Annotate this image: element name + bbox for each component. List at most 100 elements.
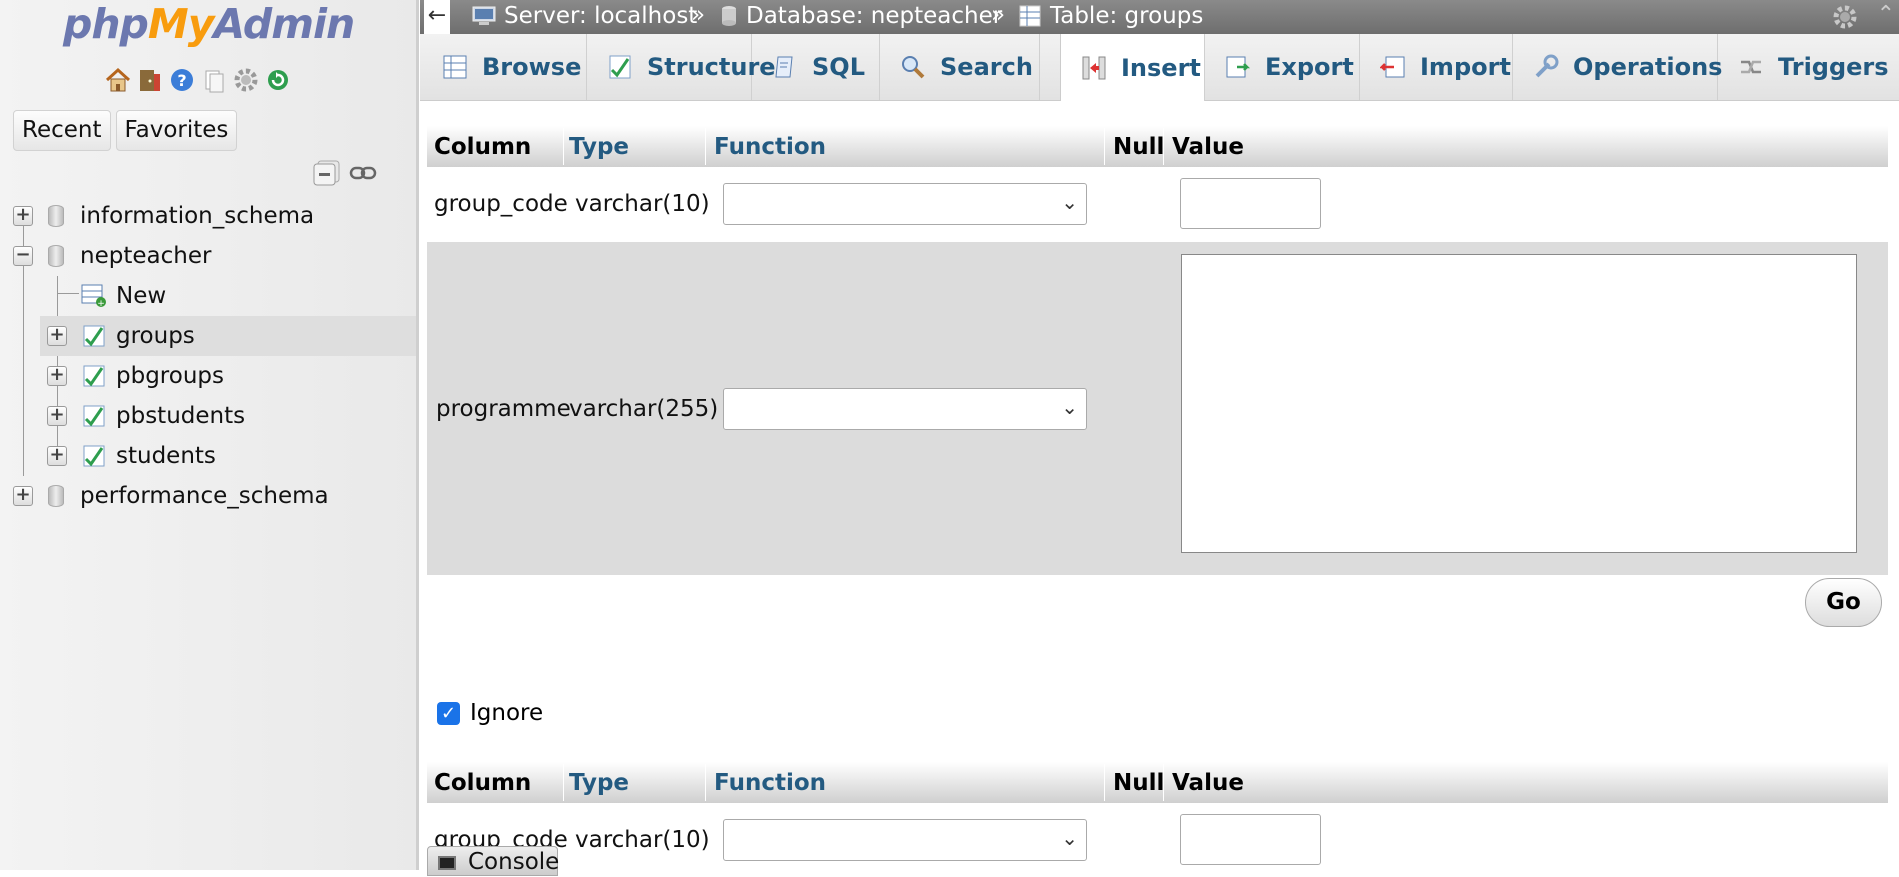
tree-item-information-schema[interactable]: + information_schema bbox=[0, 196, 416, 236]
table-icon bbox=[83, 325, 105, 347]
collapse-top-icon[interactable]: ⌃ bbox=[1877, 2, 1895, 27]
search-icon bbox=[900, 54, 926, 80]
column-header: Column bbox=[434, 134, 532, 160]
phpmyadmin-logo[interactable]: phpMyAdmin bbox=[63, 0, 355, 48]
navigation-panel: phpMyAdmin ? Recent Favorites + informat… bbox=[0, 0, 419, 870]
tree-item-new[interactable]: + New bbox=[0, 276, 416, 316]
tree-item-pbgroups[interactable]: + pbgroups bbox=[0, 356, 416, 396]
expand-icon[interactable]: + bbox=[47, 406, 67, 426]
operations-icon bbox=[1533, 54, 1559, 80]
svg-text:?: ? bbox=[177, 71, 186, 90]
table-icon bbox=[83, 365, 105, 387]
tab-triggers[interactable]: Triggers bbox=[1718, 34, 1899, 100]
expand-icon[interactable]: + bbox=[47, 326, 67, 346]
null-header: Null bbox=[1113, 134, 1165, 160]
tree-item-students[interactable]: + students bbox=[0, 436, 416, 476]
collapse-all-icon[interactable] bbox=[313, 160, 341, 190]
tab-structure[interactable]: Structure bbox=[587, 34, 776, 100]
column-name: group_code bbox=[434, 191, 568, 217]
database-tree: + information_schema − nepteacher + New … bbox=[0, 196, 416, 516]
function-header[interactable]: Function bbox=[714, 134, 826, 160]
recent-button[interactable]: Recent bbox=[13, 110, 111, 151]
tab-import[interactable]: Import bbox=[1360, 34, 1513, 100]
tree-item-groups[interactable]: + groups bbox=[40, 316, 416, 356]
expand-icon[interactable]: + bbox=[47, 366, 67, 386]
database-icon bbox=[722, 6, 736, 26]
sql-icon bbox=[772, 54, 798, 80]
table-icon bbox=[83, 405, 105, 427]
browse-icon bbox=[442, 54, 468, 80]
tab-insert[interactable]: Insert bbox=[1060, 34, 1205, 101]
value-input[interactable] bbox=[1180, 178, 1321, 229]
link-icon[interactable] bbox=[349, 163, 377, 187]
help-icon[interactable]: ? bbox=[168, 66, 196, 94]
console-toggle[interactable]: Console bbox=[427, 846, 559, 876]
function-header[interactable]: Function bbox=[714, 770, 826, 796]
tab-operations[interactable]: Operations bbox=[1513, 34, 1722, 100]
breadcrumb-table[interactable]: Table: groups bbox=[1018, 3, 1203, 29]
reload-icon[interactable] bbox=[264, 66, 292, 94]
new-table-icon: + bbox=[81, 284, 106, 308]
export-icon bbox=[1225, 54, 1251, 80]
triggers-icon bbox=[1738, 54, 1764, 80]
expand-icon[interactable]: + bbox=[47, 446, 67, 466]
column-type: varchar(255) bbox=[569, 396, 719, 422]
tree-item-performance-schema[interactable]: + performance_schema bbox=[0, 476, 416, 516]
tree-item-nepteacher[interactable]: − nepteacher bbox=[0, 236, 416, 276]
value-header: Value bbox=[1172, 134, 1244, 160]
value-input[interactable] bbox=[1180, 814, 1321, 865]
breadcrumb-server[interactable]: Server: localhost bbox=[472, 3, 697, 29]
chevron-down-icon: ⌄ bbox=[1061, 190, 1078, 214]
null-header: Null bbox=[1113, 770, 1165, 796]
collapse-icon[interactable]: − bbox=[13, 246, 33, 266]
docs-icon[interactable] bbox=[200, 66, 228, 94]
ignore-checkbox[interactable]: ✓ bbox=[437, 701, 460, 725]
column-type: varchar(10) bbox=[575, 827, 710, 853]
breadcrumb-bar: ← Server: localhost » Database: nepteach… bbox=[420, 0, 1899, 34]
insert-table-header: Column Type Function Null Value bbox=[427, 762, 1888, 803]
home-icon[interactable] bbox=[104, 66, 132, 94]
server-icon bbox=[472, 6, 496, 25]
tab-search[interactable]: Search bbox=[880, 34, 1040, 100]
svg-text:+: + bbox=[97, 299, 105, 308]
tab-browse[interactable]: Browse bbox=[422, 34, 587, 100]
console-icon bbox=[438, 856, 456, 870]
go-button[interactable]: Go bbox=[1805, 578, 1882, 627]
value-textarea[interactable] bbox=[1181, 254, 1857, 553]
column-type: varchar(10) bbox=[575, 191, 710, 217]
function-select[interactable]: ⌄ bbox=[723, 183, 1087, 225]
chevron-down-icon: ⌄ bbox=[1061, 826, 1078, 850]
breadcrumb-database[interactable]: Database: nepteacher bbox=[720, 3, 1002, 29]
type-header[interactable]: Type bbox=[569, 770, 629, 796]
database-icon bbox=[48, 205, 64, 227]
value-header: Value bbox=[1172, 770, 1244, 796]
function-select[interactable]: ⌄ bbox=[723, 819, 1087, 861]
type-header[interactable]: Type bbox=[569, 134, 629, 160]
table-icon bbox=[83, 445, 105, 467]
function-select[interactable]: ⌄ bbox=[723, 388, 1087, 430]
column-name: programme bbox=[436, 396, 571, 422]
chevron-down-icon: ⌄ bbox=[1061, 395, 1078, 419]
tab-bar: Browse Structure SQL Search Insert Expor… bbox=[420, 34, 1899, 101]
tab-sql[interactable]: SQL bbox=[752, 34, 880, 100]
expand-icon[interactable]: + bbox=[13, 486, 33, 506]
ignore-checkbox-row[interactable]: ✓ Ignore bbox=[437, 700, 543, 726]
breadcrumb-separator: » bbox=[691, 2, 706, 28]
insert-table-header: Column Type Function Null Value bbox=[427, 126, 1888, 167]
breadcrumb-separator: » bbox=[991, 2, 1006, 28]
back-arrow-icon[interactable]: ← bbox=[424, 0, 450, 34]
favorites-button[interactable]: Favorites bbox=[115, 110, 238, 151]
import-icon bbox=[1380, 54, 1406, 80]
insert-icon bbox=[1081, 55, 1107, 81]
structure-icon bbox=[607, 54, 633, 80]
settings-gear-icon[interactable] bbox=[1831, 3, 1859, 37]
expand-icon[interactable]: + bbox=[13, 206, 33, 226]
database-icon bbox=[48, 245, 64, 267]
nav-icon-bar: ? bbox=[104, 66, 292, 94]
ignore-label: Ignore bbox=[470, 700, 544, 726]
exit-icon[interactable] bbox=[136, 66, 164, 94]
tree-item-pbstudents[interactable]: + pbstudents bbox=[0, 396, 416, 436]
table-icon bbox=[1019, 5, 1041, 27]
tab-export[interactable]: Export bbox=[1205, 34, 1360, 100]
settings-icon[interactable] bbox=[232, 66, 260, 94]
